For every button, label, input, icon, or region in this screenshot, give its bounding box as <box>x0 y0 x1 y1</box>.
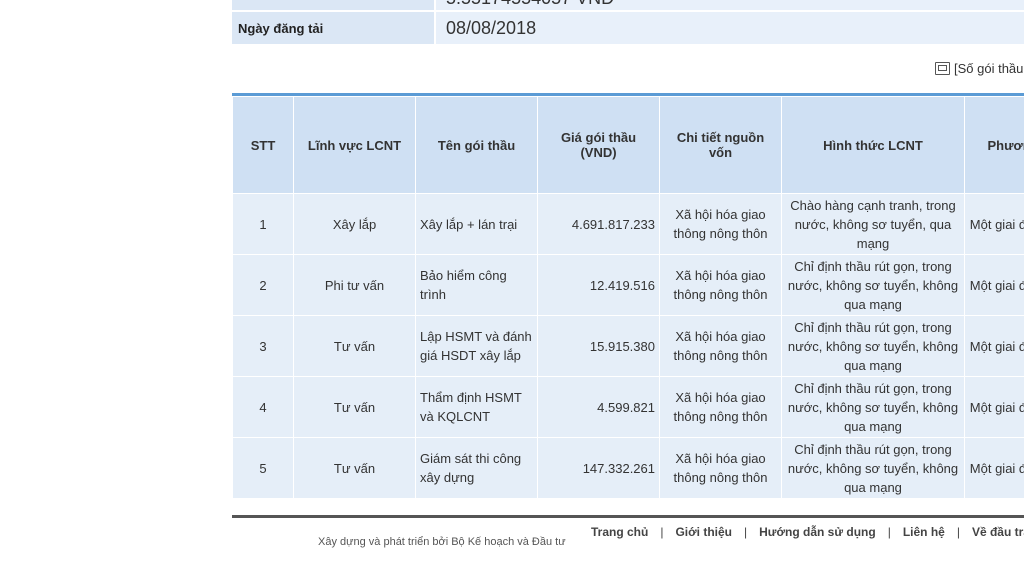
table-header-row: STT Lĩnh vực LCNT Tên gói thầu Giá gói t… <box>232 96 1024 194</box>
table-row: 2 Phi tư vấn Bảo hiểm công trình 12.419.… <box>232 254 1024 316</box>
cell-field: Tư vấn <box>293 376 416 438</box>
cell-stt: 5 <box>232 437 294 499</box>
cell-selection-form: Chỉ định thầu rút gọn, trong nước, không… <box>781 254 965 316</box>
header-stt: STT <box>232 96 294 194</box>
publish-date-label: Ngày đăng tải <box>232 12 434 44</box>
cell-package-name: Xây lắp + lán trại <box>415 193 538 255</box>
cell-stt: 3 <box>232 315 294 377</box>
table-row: 5 Tư vấn Giám sát thi công xây dựng 147.… <box>232 437 1024 499</box>
cell-price: 4.691.817.233 <box>537 193 660 255</box>
cell-price: 4.599.821 <box>537 376 660 438</box>
cell-funding: Xã hội hóa giao thông nông thôn <box>659 193 782 255</box>
cell-stt: 4 <box>232 376 294 438</box>
info-label-top <box>232 0 434 10</box>
cell-package-name: Giám sát thi công xây dựng <box>415 437 538 499</box>
footer-link-top[interactable]: Về đầu trang <box>972 525 1024 539</box>
cell-funding: Xã hội hóa giao thông nông thôn <box>659 437 782 499</box>
table-row: 4 Tư vấn Thẩm định HSMT và KQLCNT 4.599.… <box>232 376 1024 438</box>
cell-package-name: Lập HSMT và đánh giá HSDT xây lắp <box>415 315 538 377</box>
cell-field: Tư vấn <box>293 437 416 499</box>
table-row: 3 Tư vấn Lập HSMT và đánh giá HSDT xây l… <box>232 315 1024 377</box>
footer-divider <box>232 515 1024 518</box>
cell-funding: Xã hội hóa giao thông nông thôn <box>659 315 782 377</box>
print-link[interactable]: [Số gói thầu <box>935 61 1023 76</box>
cell-package-name: Thẩm định HSMT và KQLCNT <box>415 376 538 438</box>
printer-icon <box>935 62 950 75</box>
cell-price: 147.332.261 <box>537 437 660 499</box>
footer-credit: Xây dựng và phát triển bởi Bộ Kế hoạch v… <box>318 536 566 548</box>
cell-selection-form: Chỉ định thầu rút gọn, trong nước, không… <box>781 376 965 438</box>
cell-funding: Xã hội hóa giao thông nông thôn <box>659 376 782 438</box>
cell-price: 12.419.516 <box>537 254 660 316</box>
publish-date-value: 08/08/2018 <box>434 12 1024 44</box>
info-value-top: 5.55174554057 VND <box>434 0 1024 10</box>
header-field: Lĩnh vực LCNT <box>293 96 416 194</box>
cell-funding: Xã hội hóa giao thông nông thôn <box>659 254 782 316</box>
footer-separator: | <box>956 525 960 539</box>
cell-price: 15.915.380 <box>537 315 660 377</box>
cell-selection-form: Chỉ định thầu rút gọn, trong nước, không… <box>781 437 965 499</box>
cell-package-name: Bảo hiểm công trình <box>415 254 538 316</box>
info-row-value-top: 5.55174554057 VND <box>232 0 1024 10</box>
footer-separator: | <box>887 525 891 539</box>
footer-separator: | <box>660 525 664 539</box>
cell-stt: 1 <box>232 193 294 255</box>
cell-field: Xây lắp <box>293 193 416 255</box>
header-package-name: Tên gói thầu <box>415 96 538 194</box>
cell-selection-form: Chào hàng cạnh tranh, trong nước, không … <box>781 193 965 255</box>
cell-selection-method: Một giai đoạn một túi hồ sơ <box>964 315 1024 377</box>
cell-selection-form: Chỉ định thầu rút gọn, trong nước, không… <box>781 315 965 377</box>
header-funding: Chi tiết nguồn vốn <box>659 96 782 194</box>
bid-package-table: STT Lĩnh vực LCNT Tên gói thầu Giá gói t… <box>232 96 1024 499</box>
cell-selection-method: Một giai đoạn một túi hồ sơ <box>964 376 1024 438</box>
header-price: Giá gói thầu (VND) <box>537 96 660 194</box>
footer-link-about[interactable]: Giới thiệu <box>675 525 732 539</box>
info-row-publish-date: Ngày đăng tải 08/08/2018 <box>232 12 1024 44</box>
footer-link-contact[interactable]: Liên hệ <box>903 525 945 539</box>
footer-separator: | <box>744 525 748 539</box>
footer-link-home[interactable]: Trang chủ <box>591 525 648 539</box>
cell-selection-method: Một giai đoạn một túi hồ sơ <box>964 254 1024 316</box>
header-selection-method: Phương thức LCNT <box>964 96 1024 194</box>
header-selection-form: Hình thức LCNT <box>781 96 965 194</box>
footer-link-guide[interactable]: Hướng dẫn sử dụng <box>759 525 876 539</box>
cell-selection-method: Một giai đoạn một túi hồ sơ <box>964 437 1024 499</box>
table-row: 1 Xây lắp Xây lắp + lán trại 4.691.817.2… <box>232 193 1024 255</box>
bid-package-table-container: STT Lĩnh vực LCNT Tên gói thầu Giá gói t… <box>232 93 1024 499</box>
cell-stt: 2 <box>232 254 294 316</box>
footer-nav: Trang chủ | Giới thiệu | Hướng dẫn sử dụng | L… <box>591 525 1024 539</box>
cell-field: Tư vấn <box>293 315 416 377</box>
print-link-label[interactable]: [Số gói thầu <box>954 61 1023 76</box>
cell-field: Phi tư vấn <box>293 254 416 316</box>
cell-selection-method: Một giai đoạn một túi hồ sơ <box>964 193 1024 255</box>
